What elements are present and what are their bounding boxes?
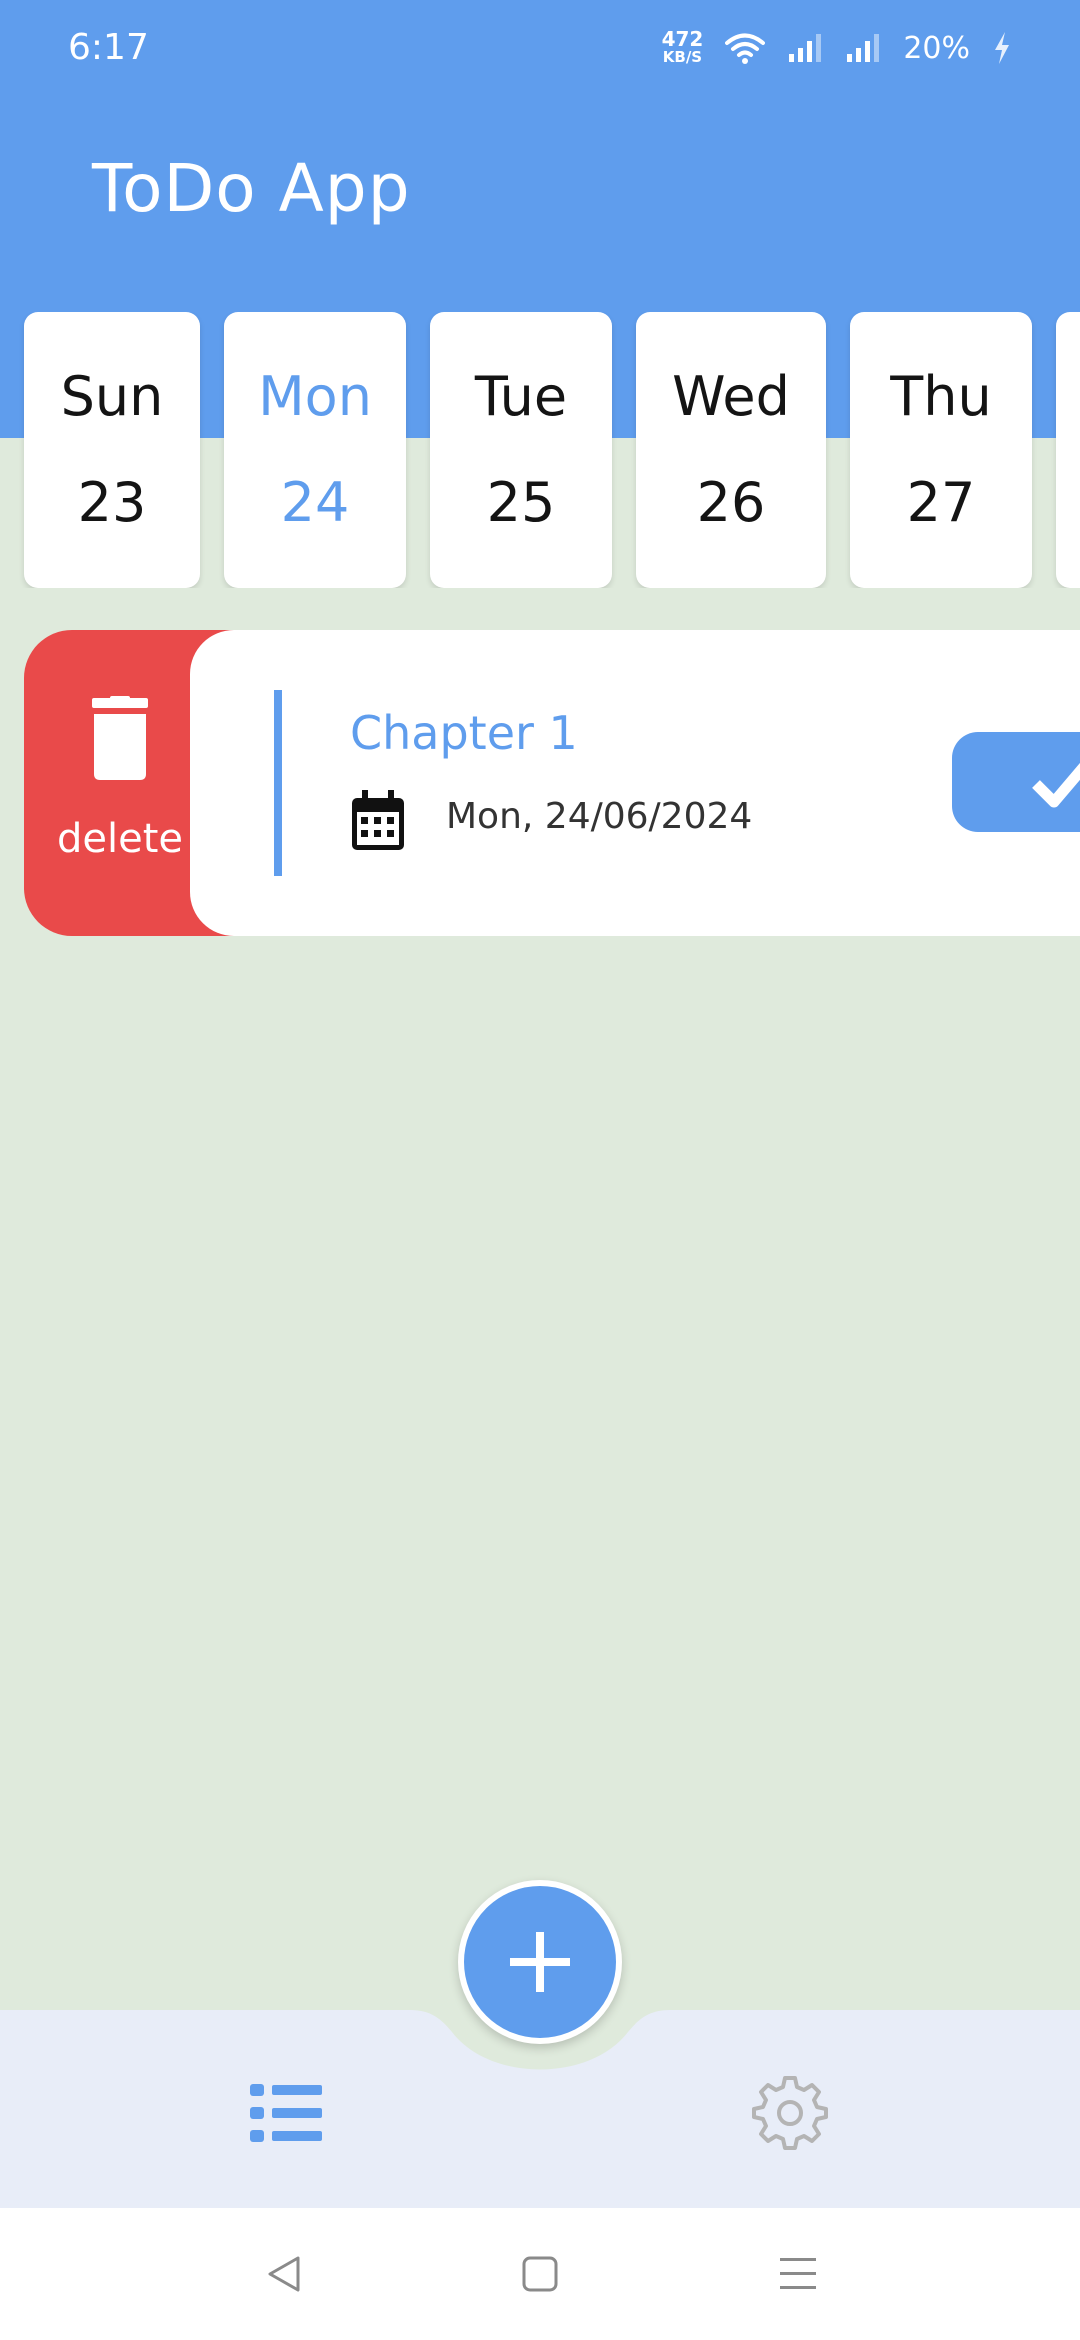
list-icon[interactable] [248,2082,324,2144]
checkmark-icon [1032,762,1080,808]
calendar-icon [352,790,404,850]
battery-percent: 20% [903,30,970,66]
day-name: Thu [890,365,992,428]
day-name: Tue [474,365,568,428]
day-name: Sun [60,365,164,428]
day-card-thu[interactable]: Thu 27 [850,312,1032,588]
trash-icon [92,696,148,780]
day-name: Mon [258,365,372,428]
task-row[interactable]: delete Chapter 1 Mon, 24/06/2024 [24,630,1080,936]
add-task-button[interactable] [458,1880,622,2044]
day-card-wed[interactable]: Wed 26 [636,312,826,588]
day-name: Wed [672,365,790,428]
day-card-sun[interactable]: Sun 23 [24,312,200,588]
day-number: 25 [486,471,556,534]
status-time: 6:17 [68,27,149,68]
status-bar: 6:17 472 KB/S 20% [0,0,1080,96]
day-card-mon[interactable]: Mon 24 [224,312,406,588]
day-card-next[interactable] [1056,312,1080,588]
task-card[interactable]: Chapter 1 Mon, 24/06/2024 [190,630,1080,936]
task-accent-bar [274,690,282,876]
charging-icon [995,32,1009,64]
wifi-icon [725,33,766,64]
date-picker: Sun 23 Mon 24 Tue 25 Wed 26 Thu 27 [0,312,1080,588]
system-navigation-bar [0,2208,1080,2340]
app-title: ToDo App [92,150,411,227]
task-title: Chapter 1 [350,706,578,760]
day-number: 24 [280,471,350,534]
home-icon[interactable] [518,2252,562,2296]
status-icons: 472 KB/S 20% [662,24,1012,72]
back-icon[interactable] [262,2252,306,2296]
day-number: 26 [696,471,766,534]
recents-icon[interactable] [776,2252,820,2296]
signal-icon-sim2 [847,34,880,62]
network-speed-value: 472 [661,27,704,51]
network-speed: 472 KB/S [661,27,704,66]
task-date: Mon, 24/06/2024 [446,796,753,837]
day-number: 27 [906,471,976,534]
gear-icon[interactable] [752,2074,828,2150]
day-card-tue[interactable]: Tue 25 [430,312,612,588]
delete-label: delete [56,816,183,862]
signal-icon-sim1 [789,34,822,62]
complete-task-button[interactable] [952,732,1080,832]
plus-icon [510,1932,570,1992]
network-speed-unit: KB/S [662,48,703,66]
day-number: 23 [77,471,147,534]
